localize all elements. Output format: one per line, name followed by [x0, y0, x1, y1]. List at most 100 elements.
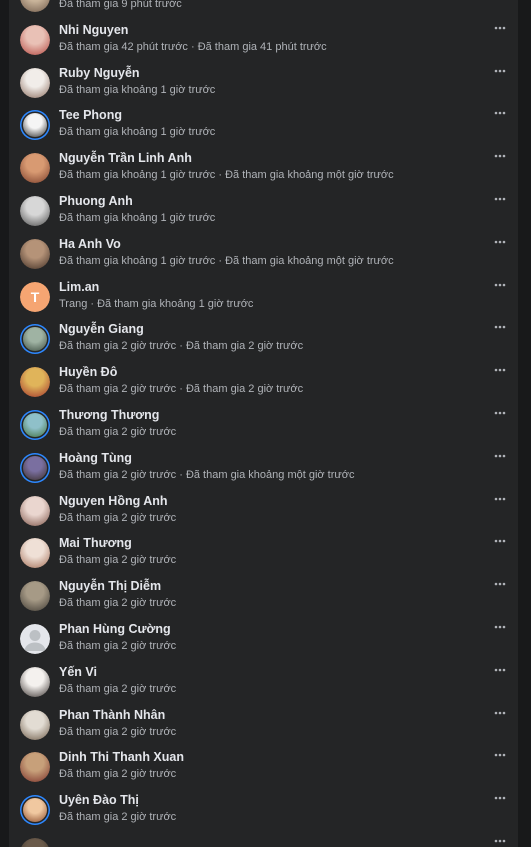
member-join-info: Đã tham gia khoảng 1 giờ trước: [59, 83, 216, 96]
avatar[interactable]: [20, 410, 50, 440]
avatar[interactable]: [20, 195, 50, 226]
ellipsis-horizontal-icon: [494, 283, 506, 287]
member-name[interactable]: Nguyễn Giang: [59, 322, 144, 336]
member-row[interactable]: Dinh Thi Thanh Xuan Đã tham gia 2 giờ trư…: [9, 746, 518, 789]
more-options-button[interactable]: [493, 21, 507, 35]
avatar[interactable]: [20, 581, 50, 612]
ellipsis-horizontal-icon: [494, 26, 506, 30]
member-row[interactable]: Phan Hùng Cường Đã tham gia 2 giờ trước: [9, 618, 518, 661]
member-row[interactable]: Mai Thương Đã tham gia 2 giờ trước: [9, 532, 518, 575]
more-options-button[interactable]: [493, 406, 507, 420]
default-avatar-icon[interactable]: [20, 623, 50, 654]
more-options-button[interactable]: [493, 149, 507, 163]
more-options-button[interactable]: [493, 791, 507, 805]
avatar[interactable]: [20, 153, 50, 184]
member-name[interactable]: Nhi Nguyen: [59, 23, 128, 37]
member-name[interactable]: Thương Thương: [59, 408, 159, 422]
avatar[interactable]: [20, 0, 50, 12]
avatar[interactable]: [20, 453, 50, 483]
more-options-button[interactable]: [493, 663, 507, 677]
member-name[interactable]: Yến Vi: [59, 665, 97, 679]
member-join-info: Đã tham gia 2 giờ trước: [59, 425, 177, 438]
avatar[interactable]: [20, 110, 50, 140]
member-row[interactable]: Phan Thành Nhân Đã tham gia 2 giờ trước: [9, 704, 518, 747]
member-join-info: Đã tham gia 2 giờ trước: [59, 682, 177, 695]
member-name[interactable]: Phuong Anh: [59, 194, 133, 208]
avatar[interactable]: [20, 324, 50, 354]
member-name[interactable]: Phan Hùng Cường: [59, 622, 171, 636]
member-name[interactable]: Dinh Thi Thanh Xuan: [59, 750, 184, 764]
more-options-button[interactable]: [493, 748, 507, 762]
avatar[interactable]: [20, 367, 50, 398]
member-name[interactable]: Nguyen Hồng Anh: [59, 494, 168, 508]
ellipsis-horizontal-icon: [494, 582, 506, 586]
more-options-button[interactable]: [493, 235, 507, 249]
more-options-button[interactable]: [493, 449, 507, 463]
more-options-button[interactable]: [493, 278, 507, 292]
member-name[interactable]: Ha Anh Vo: [59, 237, 121, 251]
avatar[interactable]: [20, 24, 50, 55]
member-row[interactable]: [9, 832, 518, 847]
more-options-button[interactable]: [493, 492, 507, 506]
member-row[interactable]: Hoàng Tùng Đã tham gia 2 giờ trước · Đã t…: [9, 447, 518, 490]
member-row[interactable]: Nguyễn Thị Diễm Đã tham gia 2 giờ trước: [9, 575, 518, 618]
more-options-button[interactable]: [493, 834, 507, 847]
avatar[interactable]: [20, 837, 50, 847]
avatar[interactable]: [20, 67, 50, 98]
member-join-info: Đã tham gia 2 giờ trước: [59, 597, 177, 610]
member-row[interactable]: Nguyễn Giang Đã tham gia 2 giờ trước · Đã…: [9, 318, 518, 361]
more-options-button[interactable]: [493, 534, 507, 548]
more-options-button[interactable]: [493, 64, 507, 78]
ellipsis-horizontal-icon: [494, 839, 506, 843]
more-options-button[interactable]: [493, 320, 507, 334]
member-name[interactable]: Nguyễn Thị Diễm: [59, 579, 161, 593]
ellipsis-horizontal-icon: [494, 197, 506, 201]
more-options-button[interactable]: [493, 106, 507, 120]
ellipsis-horizontal-icon: [494, 668, 506, 672]
member-row[interactable]: Nguyễn Trần Linh Anh Đã tham gia khoảng 1…: [9, 147, 518, 190]
more-options-button[interactable]: [493, 363, 507, 377]
member-row[interactable]: Phuong Anh Đã tham gia khoảng 1 giờ trước: [9, 190, 518, 233]
member-name[interactable]: Phan Thành Nhân: [59, 708, 165, 722]
member-row[interactable]: Huyền Đô Đã tham gia 2 giờ trước · Đã tha…: [9, 361, 518, 404]
member-name[interactable]: Uyên Đào Thị: [59, 793, 139, 807]
avatar[interactable]: [20, 795, 50, 825]
ellipsis-horizontal-icon: [494, 625, 506, 629]
member-row[interactable]: Nhi Nguyen Đã tham gia 42 phút trước · Đã…: [9, 19, 518, 62]
member-row[interactable]: Ha Anh Vo Đã tham gia khoảng 1 giờ trước …: [9, 233, 518, 276]
member-row[interactable]: Thương Thương Đã tham gia 2 giờ trước: [9, 404, 518, 447]
ellipsis-horizontal-icon: [494, 539, 506, 543]
more-options-button[interactable]: [493, 577, 507, 591]
member-name[interactable]: Nguyễn Trần Linh Anh: [59, 151, 192, 165]
member-row[interactable]: T Lim.an Trang · Đã tham gia khoảng 1 giờ …: [9, 276, 518, 319]
more-options-button[interactable]: [493, 620, 507, 634]
member-name[interactable]: Ruby Nguyễn: [59, 66, 140, 80]
member-row[interactable]: Tee Phong Đã tham gia khoảng 1 giờ trước: [9, 104, 518, 147]
member-name[interactable]: Hoàng Tùng: [59, 451, 132, 465]
more-options-button[interactable]: [493, 706, 507, 720]
ellipsis-horizontal-icon: [494, 711, 506, 715]
avatar[interactable]: [20, 495, 50, 526]
avatar[interactable]: T: [20, 281, 50, 312]
member-row[interactable]: Yến Vi Đã tham gia 2 giờ trước: [9, 661, 518, 704]
ellipsis-horizontal-icon: [494, 368, 506, 372]
member-row[interactable]: Nguyen Hồng Anh Đã tham gia 2 giờ trước: [9, 490, 518, 533]
ellipsis-horizontal-icon: [494, 111, 506, 115]
member-name[interactable]: Tee Phong: [59, 108, 122, 122]
member-name[interactable]: Huyền Đô: [59, 365, 117, 379]
member-name[interactable]: Mai Thương: [59, 536, 132, 550]
avatar[interactable]: [20, 238, 50, 269]
member-join-info: Đã tham gia 2 giờ trước: [59, 554, 177, 567]
more-options-button[interactable]: [493, 192, 507, 206]
avatar[interactable]: [20, 709, 50, 740]
member-row[interactable]: Uyên Đào Thị Đã tham gia 2 giờ trước: [9, 789, 518, 832]
avatar[interactable]: [20, 538, 50, 569]
member-join-info: Đã tham gia 2 giờ trước · Đã tham gia 2 …: [59, 340, 304, 353]
avatar[interactable]: [20, 752, 50, 783]
member-row[interactable]: Tran HuongĐã tham gia 9 phút trước: [9, 0, 518, 19]
member-name[interactable]: Lim.an: [59, 280, 99, 294]
member-join-info: Đã tham gia 9 phút trước: [59, 0, 182, 10]
member-row[interactable]: Ruby Nguyễn Đã tham gia khoảng 1 giờ trướ…: [9, 62, 518, 105]
member-join-info: Đã tham gia khoảng 1 giờ trước: [59, 211, 216, 224]
avatar[interactable]: [20, 666, 50, 697]
